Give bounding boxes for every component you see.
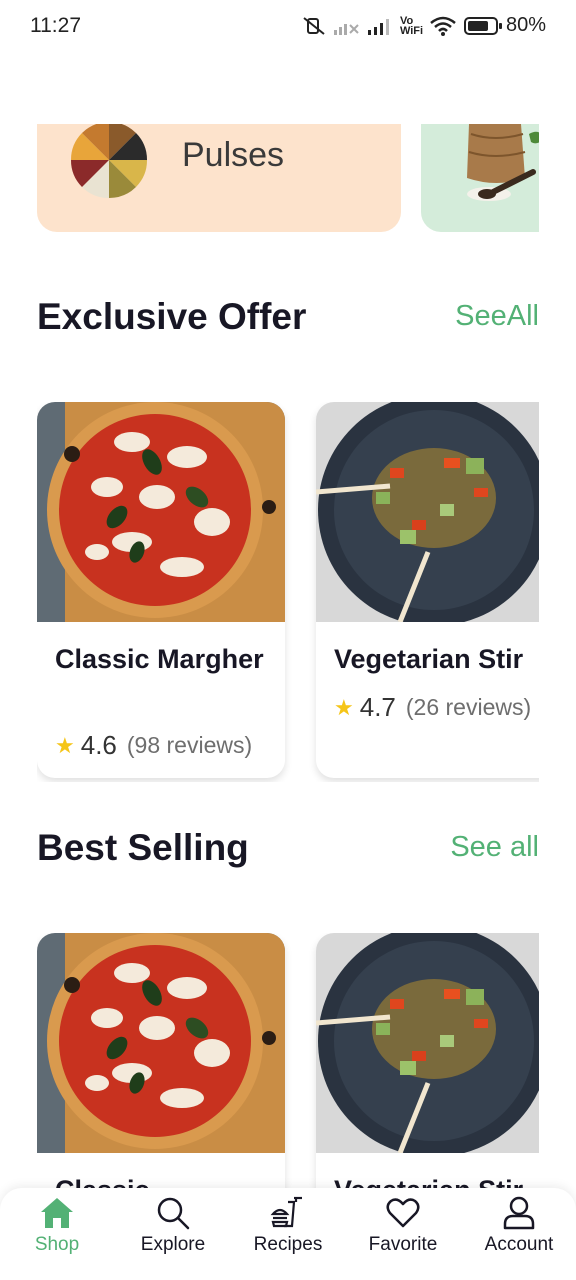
user-icon — [503, 1196, 535, 1230]
heart-icon — [386, 1198, 420, 1228]
nav-label: Favorite — [368, 1234, 438, 1255]
nav-label: Account — [484, 1234, 554, 1255]
shop-icon — [41, 1198, 73, 1228]
section-title-exclusive-offer: Exclusive Offer — [37, 296, 307, 337]
nav-label: Explore — [140, 1234, 206, 1255]
review-count: (98 reviews) — [126, 732, 253, 758]
pizza-image — [37, 933, 285, 1153]
category-card-rice[interactable] — [421, 124, 539, 232]
pizza-image — [37, 402, 285, 622]
section-title-best-selling: Best Selling — [37, 827, 249, 868]
product-card-pizza[interactable]: Classic — [37, 933, 285, 1189]
best-selling-row: Classic Vegetarian Stir — [37, 933, 539, 1189]
category-label-pulses: Pulses — [182, 136, 285, 174]
star-icon: ★ — [55, 732, 75, 758]
product-card-stirfry[interactable]: Vegetarian Stir ★ 4.7 (26 reviews) — [316, 402, 539, 778]
mute-vibrate-icon — [303, 16, 325, 35]
product-rating: ★ 4.6 (98 reviews) — [55, 730, 252, 761]
nav-item-shop[interactable]: Shop — [7, 1196, 107, 1256]
product-card-stirfry[interactable]: Vegetarian Stir — [316, 933, 539, 1189]
rice-image — [467, 124, 539, 201]
rating-value: 4.6 — [80, 730, 117, 760]
product-name: Vegetarian Stir — [334, 644, 524, 674]
stirfry-image — [316, 933, 539, 1153]
nav-item-account[interactable]: Account — [469, 1196, 569, 1256]
see-all-best-selling-link[interactable]: See all — [450, 831, 539, 864]
review-count: (26 reviews) — [405, 694, 532, 720]
pulses-image — [63, 124, 155, 200]
category-card-pulses[interactable]: Pulses — [37, 124, 401, 232]
recipes-icon — [270, 1196, 302, 1228]
vowifi-label: Vo WiFi — [399, 14, 424, 37]
wifi-icon — [430, 16, 456, 36]
see-all-exclusive-link[interactable]: SeeAll — [455, 300, 539, 333]
nav-item-favorite[interactable]: Favorite — [353, 1196, 453, 1256]
status-icons: Vo WiFi 80% — [302, 14, 546, 37]
nav-item-recipes[interactable]: Recipes — [238, 1196, 338, 1256]
product-card-pizza[interactable]: Classic Margher ★ 4.6 (98 reviews) — [37, 402, 285, 778]
nav-item-explore[interactable]: Explore — [123, 1196, 223, 1256]
product-name: Classic — [55, 1171, 275, 1189]
signal-icon — [367, 18, 389, 35]
bottom-nav: Shop Explore Recipes Favorite Account — [0, 1188, 576, 1280]
star-icon: ★ — [334, 694, 354, 720]
exclusive-offer-row: Classic Margher ★ 4.6 (98 reviews) Veget… — [37, 402, 539, 782]
rating-value: 4.7 — [359, 692, 396, 722]
signal-off-icon — [333, 23, 359, 35]
category-strip: Pulses — [37, 124, 539, 232]
battery-percent: 80% — [505, 14, 546, 36]
status-bar: 11:27 Vo WiFi 80% — [0, 0, 576, 54]
product-name: Vegetarian Stir — [334, 1171, 539, 1189]
nav-label: Shop — [34, 1234, 80, 1255]
search-icon — [157, 1197, 190, 1230]
battery-icon — [463, 16, 502, 35]
product-rating: ★ 4.7 (26 reviews) — [334, 692, 531, 723]
stirfry-image — [316, 402, 539, 622]
status-time: 11:27 — [30, 14, 81, 37]
nav-label: Recipes — [253, 1234, 323, 1255]
product-name: Classic Margher — [55, 644, 264, 674]
